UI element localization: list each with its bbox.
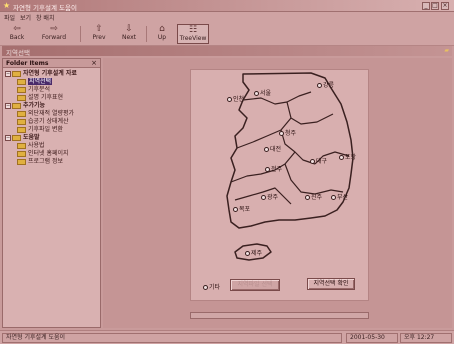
other-region-radio[interactable]: 기타: [203, 282, 220, 291]
window-title: 자연형 기후설계 도움이: [13, 4, 77, 12]
folder-panel: Folder Items × − 자연형 기후설계 자료 지역선택 기후분석 설명…: [2, 58, 101, 328]
radio-icon: [227, 97, 232, 102]
toolbar-separator: [80, 26, 81, 42]
radio-icon: [264, 147, 269, 152]
radio-icon: [233, 207, 238, 212]
tree-item-region-select[interactable]: 지역선택: [5, 78, 100, 86]
menu-file[interactable]: 파일: [4, 13, 15, 22]
status-text: 자연형 기후설계 도움이: [2, 333, 342, 343]
tree-group-climate-data[interactable]: − 자연형 기후설계 자료: [5, 70, 100, 78]
tree-group-extra[interactable]: − 추가기능: [5, 102, 100, 110]
menu-window[interactable]: 창 배치: [36, 13, 54, 22]
city-radio-busan[interactable]: 부산: [331, 192, 348, 201]
back-arrow-icon: ⇦: [13, 24, 21, 34]
collapse-icon[interactable]: −: [5, 102, 11, 109]
title-bar: ★ 자연형 기후설계 도움이 _ □ ×: [0, 0, 454, 12]
location-bar: 지역선택 ▰: [2, 46, 452, 57]
maximize-button[interactable]: □: [431, 2, 439, 10]
radio-icon: [310, 159, 315, 164]
korea-map: [226, 72, 354, 261]
forward-button[interactable]: ⇨ Forward: [34, 24, 74, 44]
app-icon: ★: [3, 1, 11, 10]
city-radio-seoul[interactable]: 서울: [254, 88, 271, 97]
treeview-button[interactable]: ☷ TreeView: [177, 24, 209, 44]
close-icon[interactable]: ×: [91, 59, 97, 67]
city-radio-gangneung[interactable]: 강릉: [317, 80, 334, 89]
folder-icon: [12, 134, 21, 141]
folder-icon: [17, 158, 26, 165]
city-radio-jeonju[interactable]: 전주: [265, 164, 282, 173]
toolbar-separator: [146, 26, 147, 42]
folder-icon: [12, 70, 21, 77]
folder-icon: [17, 78, 26, 85]
folder-icon: [17, 150, 26, 157]
next-button[interactable]: ⇩ Next: [118, 24, 140, 44]
status-date: 2001-05-30: [346, 333, 398, 343]
radio-icon: [254, 91, 259, 96]
next-icon: ⇩: [125, 24, 133, 34]
radio-icon: [261, 195, 266, 200]
city-radio-pohang[interactable]: 포항: [339, 152, 356, 161]
confirm-region-button[interactable]: 지역선택 확인: [307, 278, 355, 290]
tree-item-climate-display[interactable]: 설명 기후표현: [5, 94, 100, 102]
tree-group-help[interactable]: − 도움말: [5, 134, 100, 142]
collapse-icon[interactable]: −: [5, 134, 11, 141]
up-folder-icon: ⌂: [159, 24, 165, 34]
tree-item-psychrometric[interactable]: 습공기 상태계산: [5, 118, 100, 126]
radio-icon: [339, 155, 344, 160]
folder-icon: [17, 94, 26, 101]
forward-arrow-icon: ⇨: [50, 24, 58, 34]
folder-icon: [12, 102, 21, 109]
folder-icon: ▰: [444, 47, 449, 54]
folder-icon: [17, 118, 26, 125]
menu-bar: 파일 보기 창 배치: [0, 12, 454, 22]
collapse-icon[interactable]: −: [5, 70, 11, 77]
city-radio-incheon[interactable]: 인천: [227, 94, 244, 103]
city-radio-gwangju[interactable]: 광주: [261, 192, 278, 201]
city-radio-daegu[interactable]: 대구: [310, 156, 327, 165]
radio-icon: [279, 131, 284, 136]
folder-icon: [17, 142, 26, 149]
close-button[interactable]: ×: [441, 2, 449, 10]
tree-item-climate-analysis[interactable]: 기후분석: [5, 86, 100, 94]
back-button[interactable]: ⇦ Back: [2, 24, 32, 44]
city-radio-cheongju[interactable]: 청주: [279, 128, 296, 137]
radio-icon: [317, 83, 322, 88]
minimize-button[interactable]: _: [422, 2, 430, 10]
city-radio-jeju[interactable]: 제주: [245, 248, 262, 257]
status-time: 오후 12:27: [400, 333, 452, 343]
folder-icon: [17, 126, 26, 133]
tree-item-file-convert[interactable]: 기후파일 변환: [5, 126, 100, 134]
treeview-icon: ☷: [188, 25, 198, 35]
folder-panel-header: Folder Items ×: [3, 59, 100, 68]
folder-tree: − 자연형 기후설계 자료 지역선택 기후분석 설명 기후표현 − 추가기능 외단재…: [5, 70, 100, 166]
city-radio-mokpo[interactable]: 목포: [233, 204, 250, 213]
folder-icon: [17, 86, 26, 93]
progress-bar: [190, 312, 369, 319]
up-button[interactable]: ⌂ Up: [151, 24, 173, 44]
prev-icon: ⇧: [95, 24, 103, 34]
city-radio-daejeon[interactable]: 대전: [264, 144, 281, 153]
tree-item-usage[interactable]: 사용법: [5, 142, 100, 150]
location-title: 지역선택: [6, 49, 30, 57]
menu-view[interactable]: 보기: [20, 13, 31, 22]
prev-button[interactable]: ⇧ Prev: [88, 24, 110, 44]
city-radio-jinju[interactable]: 진주: [305, 192, 322, 201]
tree-item-heat-eval[interactable]: 외단재적 열량평가: [5, 110, 100, 118]
folder-icon: [17, 110, 26, 117]
radio-icon: [203, 285, 208, 290]
radio-icon: [331, 195, 336, 200]
radio-icon: [305, 195, 310, 200]
select-region-file-button[interactable]: 지역파일 선택: [230, 279, 280, 291]
folder-panel-title: Folder Items: [6, 60, 49, 67]
status-bar: 자연형 기후설계 도움이 2001-05-30 오후 12:27: [0, 330, 454, 344]
region-map-panel: 강릉 인천 서울 청주 대전 포항 대구 전주 광주 진주 부산 목포 제주 기…: [190, 69, 369, 301]
radio-icon: [245, 251, 250, 256]
tree-item-homepage[interactable]: 인터넷 홈페이지: [5, 150, 100, 158]
toolbar: ⇦ Back ⇨ Forward ⇧ Prev ⇩ Next ⌂ Up ☷ Tr…: [0, 22, 454, 46]
radio-icon: [265, 167, 270, 172]
tree-item-program-info[interactable]: 프로그램 정보: [5, 158, 100, 166]
